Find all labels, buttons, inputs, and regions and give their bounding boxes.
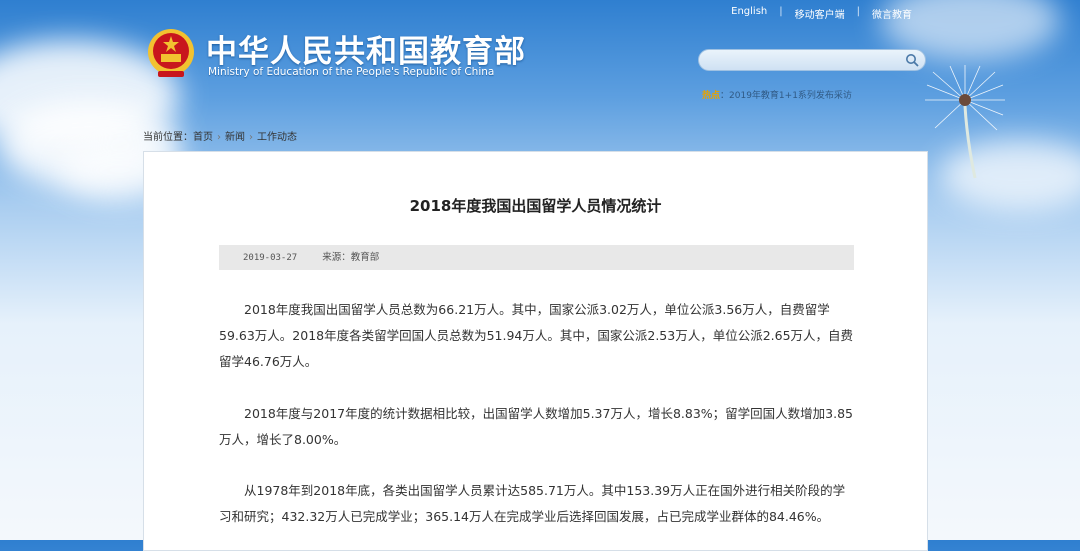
weiyan-education-link[interactable]: 微言教育: [872, 6, 912, 21]
separator: |: [779, 6, 783, 17]
hot-news: 热点：2019年教育1+1系列发布采访: [702, 88, 852, 101]
article-meta-bar: 2019-03-27 来源：教育部: [219, 245, 854, 270]
article-source: 来源：教育部: [322, 252, 380, 263]
article-paragraph: 从1978年到2018年底，各类出国留学人员累计达585.71万人。其中153.…: [219, 483, 846, 524]
site-title-english: Ministry of Education of the People's Re…: [208, 66, 495, 78]
national-emblem-icon: [148, 29, 194, 77]
article-paragraph: 2018年度与2017年度的统计数据相比较，出国留学人数增加5.37万人，增长8…: [219, 406, 853, 447]
breadcrumb-news[interactable]: 新闻: [225, 132, 245, 143]
chevron-right-icon: ›: [249, 132, 253, 143]
search-icon[interactable]: [905, 53, 919, 67]
breadcrumb-home[interactable]: 首页: [193, 132, 213, 143]
chevron-right-icon: ›: [217, 132, 221, 143]
breadcrumb-label: 当前位置：: [143, 132, 193, 143]
hot-colon: ：: [720, 91, 730, 101]
article-date: 2019-03-27: [243, 253, 298, 263]
article-paragraph: 2018年度我国出国留学人员总数为66.21万人。其中，国家公派3.02万人，单…: [219, 302, 854, 369]
english-link[interactable]: English: [731, 6, 767, 21]
search-input[interactable]: [709, 51, 903, 73]
article-title: 2018年度我国出国留学人员情况统计: [409, 197, 662, 215]
breadcrumb: 当前位置：首页 › 新闻 › 工作动态: [143, 128, 297, 143]
top-links: English | 移动客户端 | 微言教育: [731, 6, 912, 21]
hot-news-link[interactable]: 2019年教育1+1系列发布采访: [729, 91, 852, 101]
breadcrumb-work-updates[interactable]: 工作动态: [257, 132, 297, 143]
hot-tag: 热点: [702, 91, 721, 101]
search-box: [698, 49, 926, 73]
mobile-client-link[interactable]: 移动客户端: [795, 6, 845, 21]
article-panel: 2018年度我国出国留学人员情况统计 2019-03-27 来源：教育部 201…: [143, 151, 928, 551]
site-title: 中华人民共和国教育部: [206, 34, 526, 70]
separator: |: [856, 6, 860, 17]
